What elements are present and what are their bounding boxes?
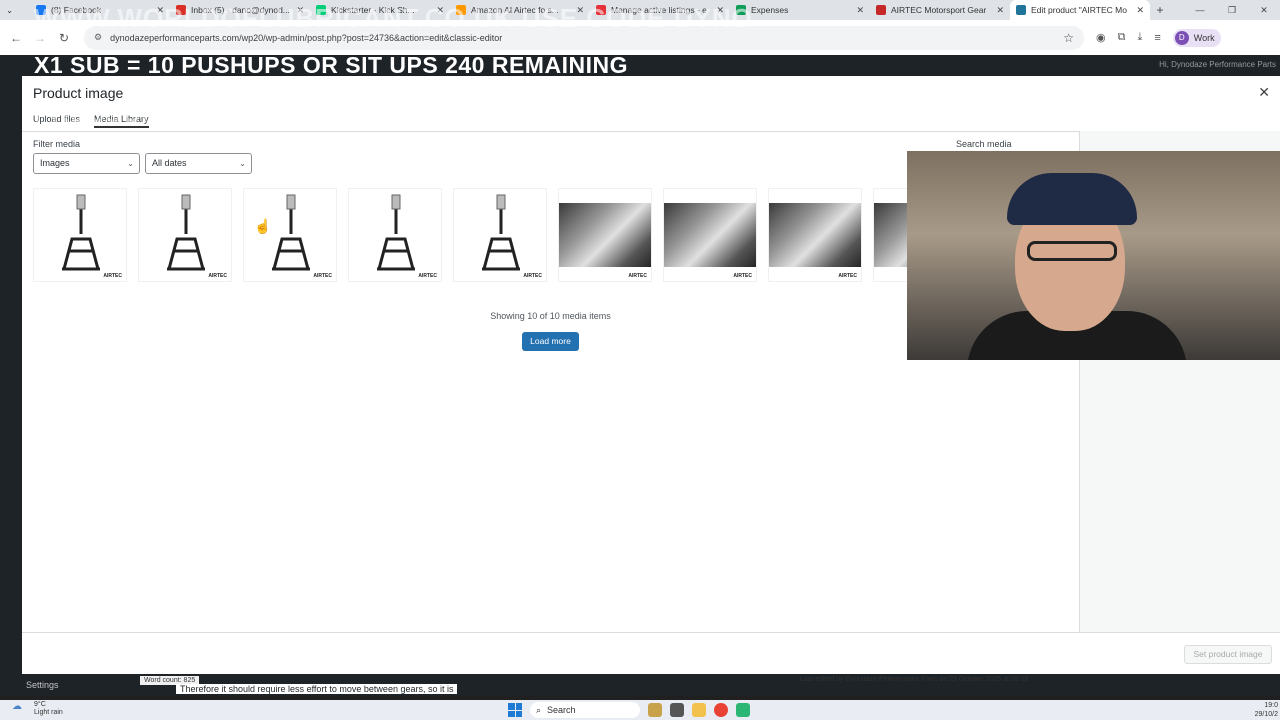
file-explorer-icon[interactable] [692, 703, 706, 717]
chrome-icon[interactable] [714, 703, 728, 717]
shifter-thumbnail [272, 194, 310, 271]
editor-body-text: Therefore it should require less effort … [176, 684, 458, 694]
webcam-overlay [907, 151, 1280, 360]
task-view-icon[interactable] [670, 703, 684, 717]
date-select[interactable]: All dates ⌄ [145, 153, 252, 174]
media-grid: AIRTEC AIRTEC AIRTEC AIRTEC AIRTEC AIRTEC AIRT… [33, 188, 967, 282]
media-item[interactable]: AIRTEC [138, 188, 232, 282]
avatar: D [1174, 30, 1189, 45]
close-icon[interactable]: ✕ [1258, 84, 1270, 101]
media-item[interactable]: AIRTEC [663, 188, 757, 282]
shifter-thumbnail [167, 194, 205, 271]
last-edited-text: Last edited by Dynodaze Performance Part… [800, 676, 1029, 683]
interior-photo-thumbnail [769, 203, 861, 267]
search-icon: ⌕ [536, 704, 542, 715]
tab-label: Edit product "AIRTEC Mo [1031, 5, 1127, 15]
filter-media-label: Filter media [33, 139, 81, 149]
brand-watermark: AIRTEC [733, 273, 752, 279]
tab-close-icon[interactable]: ✕ [850, 5, 864, 16]
profile-label: Work [1193, 32, 1215, 43]
media-item[interactable]: AIRTEC [453, 188, 547, 282]
profile-button[interactable]: D Work [1172, 28, 1221, 47]
interior-photo-thumbnail [664, 203, 756, 267]
taskbar-apps: ⌕ Search [508, 702, 750, 718]
load-more-button[interactable]: Load more [522, 332, 579, 351]
bookmark-star-icon[interactable]: ☆ [1063, 31, 1074, 45]
stream-overlay-challenge: X1 SUB = 10 PUSHUPS OR SIT UPS 240 REMAI… [34, 52, 628, 78]
webcam-person-cap [1007, 173, 1137, 225]
interior-photo-thumbnail [559, 203, 651, 267]
taskbar-search-label: Search [547, 705, 576, 715]
back-button[interactable]: ← [4, 31, 28, 45]
media-item[interactable]: AIRTEC [558, 188, 652, 282]
stream-overlay-promo: WWW.WORLDOFLUBRICANT.CO.UK USE CODE DYNO [34, 3, 753, 33]
tab-favicon-icon [876, 5, 886, 15]
minimize-icon[interactable]: — [1184, 0, 1216, 20]
chevron-down-icon: ⌄ [6, 4, 14, 15]
tab-favicon-icon [1016, 5, 1026, 15]
date-value: All dates [152, 158, 187, 168]
shifter-thumbnail [377, 194, 415, 271]
clock-time: 19:0 [1264, 702, 1278, 709]
tab-label: AIRTEC Motorsport Gear [891, 5, 987, 15]
tab-close-icon[interactable]: ✕ [990, 5, 1004, 16]
shifter-thumbnail [482, 194, 520, 271]
extension-icon[interactable]: ◉ [1096, 31, 1106, 44]
extensions-puzzle-icon[interactable]: ⧉ [1118, 31, 1126, 44]
browser-tab[interactable]: AIRTEC Motorsport Gear ✕ [870, 0, 1010, 20]
windows-start-icon[interactable] [508, 703, 522, 717]
reading-list-icon[interactable]: ≡ [1154, 32, 1160, 44]
tab-search-button[interactable]: ⌄ [0, 0, 30, 20]
brand-watermark: AIRTEC [628, 273, 647, 279]
chevron-down-icon: ⌄ [239, 159, 246, 168]
brand-watermark: AIRTEC [418, 273, 437, 279]
brand-watermark: AIRTEC [313, 273, 332, 279]
tab-label: Expenses [751, 5, 789, 15]
set-product-image-button[interactable]: Set product image [1184, 645, 1272, 664]
stream-overlay-track: PRESSURE POINT WEB FOREVER (TOUCH) [34, 98, 582, 128]
taskbar-search[interactable]: ⌕ Search [530, 702, 640, 718]
webcam-person-glasses [1027, 241, 1117, 261]
new-tab-button[interactable]: + [1150, 3, 1170, 17]
maximize-icon[interactable]: ❐ [1216, 0, 1248, 20]
widgets-app-icon[interactable] [648, 703, 662, 717]
media-item[interactable]: AIRTEC [768, 188, 862, 282]
tab-divider [22, 131, 1079, 132]
cloud-rain-icon: ☁ [12, 701, 22, 712]
clock-date: 29/10/2 [1254, 711, 1278, 718]
browser-tab[interactable]: Edit product "AIRTEC Mo ✕ [1010, 0, 1150, 20]
download-icon[interactable]: ⤓ [1137, 31, 1142, 44]
brand-watermark: AIRTEC [838, 273, 857, 279]
tab-close-icon[interactable]: ✕ [1130, 5, 1144, 16]
close-window-icon[interactable]: ✕ [1248, 0, 1280, 20]
media-item[interactable]: AIRTEC [33, 188, 127, 282]
window-controls: — ❐ ✕ [1184, 0, 1280, 20]
shifter-thumbnail [62, 194, 100, 271]
wp-admin-sidebar [0, 75, 22, 675]
media-type-value: Images [40, 158, 70, 168]
brand-watermark: AIRTEC [103, 273, 122, 279]
modal-footer: Set product image [22, 632, 1280, 674]
url-text: dynodazeperformanceparts.com/wp20/wp-adm… [110, 32, 503, 43]
media-item[interactable]: AIRTEC [243, 188, 337, 282]
chevron-down-icon: ⌄ [127, 159, 134, 168]
mouse-cursor-icon: ☝ [254, 218, 272, 234]
app-icon[interactable] [736, 703, 750, 717]
sidebar-item-settings[interactable]: Settings [26, 680, 59, 690]
search-media-label: Search media [956, 139, 1012, 149]
media-type-select[interactable]: Images ⌄ [33, 153, 140, 174]
brand-watermark: AIRTEC [208, 273, 227, 279]
system-clock[interactable]: 19:0 29/10/2 [1255, 701, 1278, 719]
admin-greeting[interactable]: Hi, Dynodaze Performance Parts [1159, 60, 1276, 69]
brand-watermark: AIRTEC [523, 273, 542, 279]
weather-widget[interactable]: ☁ 9°C Light rain [12, 701, 63, 717]
media-item[interactable]: AIRTEC [348, 188, 442, 282]
